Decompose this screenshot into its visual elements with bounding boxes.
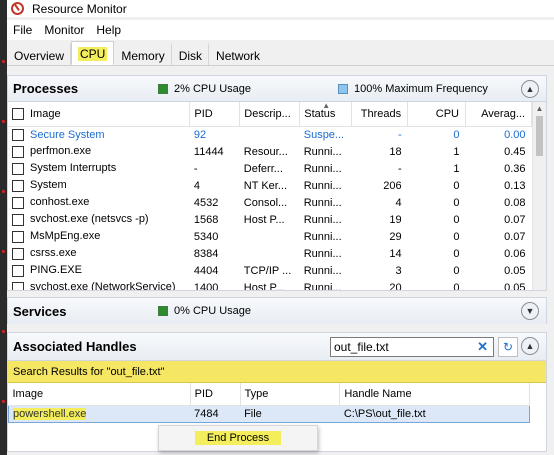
max-frequency-swatch — [338, 83, 348, 94]
tab-memory[interactable]: Memory — [114, 43, 172, 65]
handle-pid: 7484 — [190, 404, 241, 423]
col-description[interactable]: Descrip... — [239, 102, 301, 127]
handles-header[interactable]: Associated Handles ✕ ↻ ▲ — [8, 333, 546, 361]
cpu-usage-swatch — [158, 83, 168, 94]
chevron-up-icon[interactable]: ▲ — [521, 337, 539, 355]
services-cpu-swatch — [158, 306, 168, 316]
services-cpu-text: 0% CPU Usage — [174, 305, 252, 317]
row-checkbox[interactable] — [12, 196, 24, 209]
clear-icon[interactable]: ✕ — [477, 339, 488, 355]
handle-type: File — [240, 404, 340, 423]
col-handle-type[interactable]: Type — [240, 383, 341, 406]
table-row[interactable]: perfmon.exe 11444 Resour... Runni... 18 1 0.… — [8, 143, 532, 160]
row-checkbox[interactable] — [12, 128, 24, 141]
select-all-checkbox[interactable] — [12, 107, 24, 120]
col-handle-pid[interactable]: PID — [190, 383, 241, 406]
search-results-bar: Search Results for "out_file.txt" — [8, 361, 546, 383]
processes-max-frequency: 100% Maximum Frequency — [338, 83, 488, 95]
resource-monitor-icon — [11, 2, 24, 15]
processes-panel: Processes 2% CPU Usage 100% Maximum Freq… — [7, 75, 547, 291]
row-checkbox[interactable] — [12, 179, 24, 192]
services-cpu-usage: 0% CPU Usage — [158, 305, 251, 317]
col-pid[interactable]: PID — [189, 102, 241, 127]
context-menu: End Process — [158, 425, 318, 451]
row-checkbox[interactable] — [12, 145, 24, 158]
row-checkbox[interactable] — [12, 230, 24, 243]
processes-table: Image PID Descrip... ▲ Status Threads CPU… — [8, 101, 532, 290]
row-checkbox[interactable] — [12, 247, 24, 260]
scroll-thumb[interactable] — [536, 116, 543, 156]
title-bar: Resource Monitor — [7, 0, 554, 17]
col-handle-name[interactable]: Handle Name — [339, 383, 530, 406]
table-row[interactable]: csrss.exe 8384 Runni... 14 0 0.06 — [8, 245, 532, 262]
table-row[interactable]: svchost.exe (NetworkService) 1400 Host P.… — [8, 279, 532, 290]
refresh-icon[interactable]: ↻ — [498, 337, 518, 357]
menu-bar: File Monitor Help — [7, 20, 554, 40]
row-checkbox[interactable] — [12, 213, 24, 226]
table-row[interactable]: Secure System 92 Suspe... -0 0.00 — [8, 126, 532, 143]
services-header[interactable]: Services 0% CPU Usage ▼ — [8, 298, 546, 324]
window-title: Resource Monitor — [32, 1, 127, 16]
col-average[interactable]: Averag... — [465, 102, 532, 127]
resource-monitor-window: Resource Monitor File Monitor Help Overv… — [0, 0, 554, 455]
services-title: Services — [13, 303, 67, 319]
table-row[interactable]: svchost.exe (netsvcs -p) 1568 Host P... Ru… — [8, 211, 532, 228]
row-checkbox[interactable] — [12, 281, 24, 290]
table-row[interactable]: powershell.exe 7484 File C:\PS\out_file.… — [8, 404, 530, 423]
background-strip — [0, 0, 7, 455]
scroll-up-icon[interactable]: ▲ — [533, 102, 546, 116]
handle-name: C:\PS\out_file.txt — [339, 404, 530, 423]
tab-disk[interactable]: Disk — [172, 43, 210, 65]
tab-network[interactable]: Network — [209, 43, 267, 65]
chevron-up-icon[interactable]: ▲ — [521, 80, 539, 98]
tab-overview[interactable]: Overview — [7, 43, 72, 65]
tab-bar: Overview CPU Memory Disk Network — [7, 41, 554, 66]
handle-image: powershell.exe — [13, 407, 87, 420]
table-row[interactable]: conhost.exe 4532 Consol... Runni... 4 0 0.08 — [8, 194, 532, 211]
processes-header[interactable]: Processes 2% CPU Usage 100% Maximum Freq… — [8, 76, 546, 102]
services-panel: Services 0% CPU Usage ▼ — [7, 297, 547, 324]
table-row[interactable]: PING.EXE 4404 TCP/IP ... Runni... 3 0 0.05 — [8, 262, 532, 279]
handles-title: Associated Handles — [13, 339, 137, 354]
processes-cpu-usage: 2% CPU Usage — [158, 83, 338, 95]
menu-help[interactable]: Help — [90, 23, 127, 37]
menu-file[interactable]: File — [7, 23, 38, 37]
col-handle-image[interactable]: Image — [8, 383, 191, 406]
col-image[interactable]: Image — [8, 102, 191, 127]
processes-title: Processes — [13, 81, 79, 96]
chevron-down-icon[interactable]: ▼ — [521, 302, 539, 320]
menu-monitor[interactable]: Monitor — [38, 23, 90, 37]
col-threads[interactable]: Threads — [351, 102, 409, 127]
cpu-usage-text: 2% CPU Usage — [174, 82, 252, 95]
end-process-menu-item[interactable]: End Process — [194, 431, 282, 445]
table-row[interactable]: MsMpEng.exe 5340 Runni... 29 0 0.07 — [8, 228, 532, 245]
processes-scrollbar[interactable]: ▲ — [532, 102, 546, 290]
col-status[interactable]: ▲ Status — [299, 101, 353, 127]
row-checkbox[interactable] — [12, 264, 24, 277]
handles-table: Image PID Type Handle Name powershell.ex… — [8, 383, 530, 423]
tab-cpu-label: CPU — [78, 47, 108, 61]
search-input[interactable] — [334, 340, 468, 354]
col-cpu[interactable]: CPU — [407, 102, 467, 127]
handles-search[interactable]: ✕ — [330, 337, 494, 357]
max-frequency-text: 100% Maximum Frequency — [354, 82, 488, 95]
row-checkbox[interactable] — [12, 162, 24, 175]
tab-cpu[interactable]: CPU — [71, 41, 115, 65]
table-row[interactable]: System Interrupts - Deferr... Runni... -10… — [8, 160, 532, 177]
table-row[interactable]: System 4 NT Ker... Runni... 206 0 0.13 — [8, 177, 532, 194]
sort-arrow-icon: ▲ — [322, 101, 331, 110]
